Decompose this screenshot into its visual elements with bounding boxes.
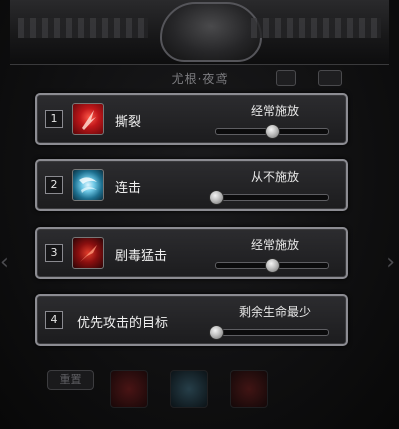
cast-frequency-slider[interactable] <box>215 258 329 273</box>
ornament-bar-right <box>251 18 381 38</box>
target-priority-label: 优先攻击的目标 <box>77 316 169 331</box>
ice-swirl-blue-icon <box>72 169 104 201</box>
chevron-right-icon[interactable]: › <box>386 250 395 275</box>
poison-strike-red-icon[interactable] <box>230 370 268 408</box>
target-priority-value: 剩余生命最少 <box>238 305 311 319</box>
poison-strike-red-icon <box>72 237 104 269</box>
header-icon-button-2[interactable] <box>318 70 342 86</box>
slider-thumb[interactable] <box>209 325 224 340</box>
skill-index-badge: 4 <box>45 311 63 329</box>
slider-thumb[interactable] <box>265 258 280 273</box>
chevron-left-icon[interactable]: ‹ <box>0 250 9 275</box>
top-ornament-frame <box>10 0 389 65</box>
skill-row-3: 3 剧毒猛击 经常施放 <box>35 227 348 279</box>
target-priority-row: 4 优先攻击的目标 剩余生命最少 <box>35 294 348 346</box>
ornament-medallion <box>160 2 262 62</box>
skill-row-2: 2 连击 从不施放 <box>35 159 348 211</box>
claw-slash-red-icon <box>72 103 104 135</box>
skill-name-label: 剧毒猛击 <box>115 249 168 264</box>
skill-index-badge: 1 <box>45 110 63 128</box>
hero-name-title: 尤根·夜鸢 <box>171 72 229 86</box>
skill-row-1: 1 撕裂 经常施放 <box>35 93 348 145</box>
ice-swirl-blue-icon[interactable] <box>170 370 208 408</box>
slider-thumb[interactable] <box>209 190 224 205</box>
cast-frequency-slider[interactable] <box>215 124 329 139</box>
skill-index-badge: 3 <box>45 244 63 262</box>
claw-slash-red-icon[interactable] <box>110 370 148 408</box>
header-icon-button[interactable] <box>276 70 296 86</box>
reset-button[interactable]: 重置 <box>47 370 94 390</box>
cast-frequency-label: 经常施放 <box>250 104 299 118</box>
target-priority-slider[interactable] <box>209 325 329 340</box>
cast-frequency-slider[interactable] <box>209 190 329 205</box>
tactics-panel: 尤根·夜鸢 ‹ › 1 撕裂 经常施放 2 连击 从不施放 3 剧毒猛击 经常施… <box>0 0 399 429</box>
cast-frequency-label: 从不施放 <box>250 170 299 184</box>
slider-thumb[interactable] <box>265 124 280 139</box>
cast-frequency-label: 经常施放 <box>250 238 299 252</box>
skill-name-label: 连击 <box>115 181 142 196</box>
ornament-bar-left <box>18 18 148 38</box>
skill-index-badge: 2 <box>45 176 63 194</box>
skill-name-label: 撕裂 <box>115 115 142 130</box>
